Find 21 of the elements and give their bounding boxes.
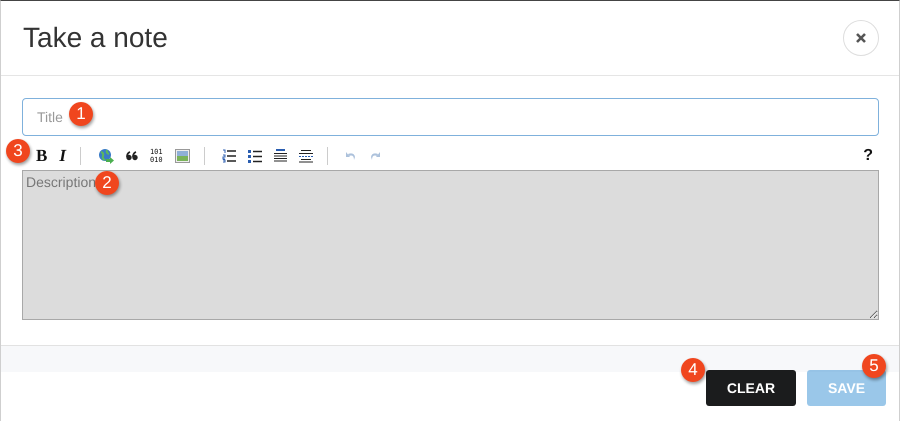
clear-button[interactable]: CLEAR [706,370,796,406]
help-button[interactable]: ? [863,146,873,166]
callout-badge: 5 [862,354,886,378]
bulleted-list-icon [248,149,262,163]
globe-button[interactable] [98,146,114,166]
globe-icon [98,148,114,164]
bold-button[interactable]: B [36,146,48,166]
redo-icon [368,151,381,161]
horizontal-rule-icon [298,149,313,163]
quote-icon [126,151,138,161]
heading-icon [274,149,287,163]
numbered-list-icon [222,149,236,163]
close-button[interactable] [843,20,879,56]
dialog-title: Take a note [23,22,168,54]
close-icon [856,33,866,43]
callout-badge: 4 [681,358,705,382]
image-button[interactable] [174,146,190,166]
undo-icon [344,151,357,161]
image-icon [174,149,190,163]
italic-button[interactable]: I [59,146,66,166]
callout-badge: 3 [6,139,30,163]
